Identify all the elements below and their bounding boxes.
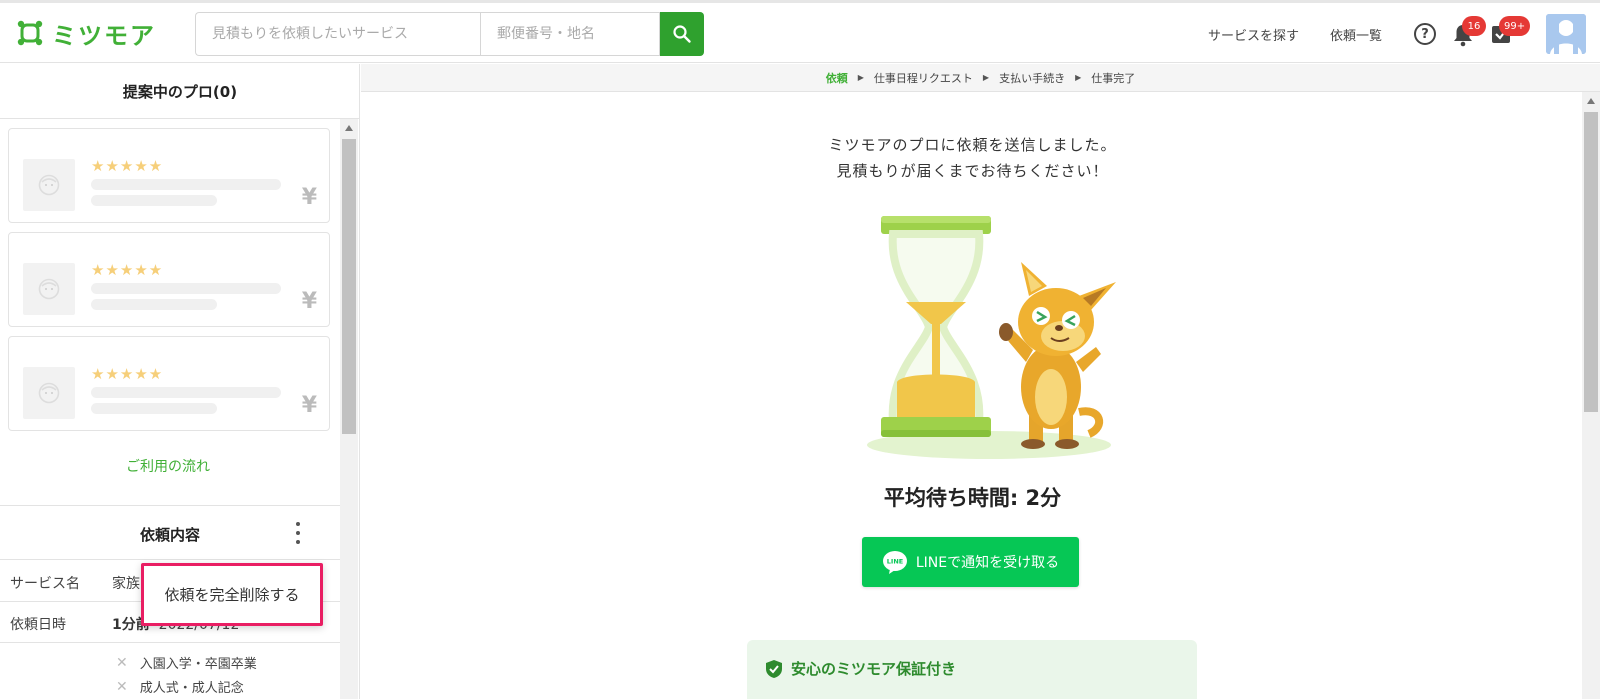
request-tag-label: 入園入学・卒園卒業	[139, 657, 257, 672]
task-badge: 99+	[1499, 16, 1531, 36]
main-scrollbar[interactable]	[1582, 92, 1600, 699]
logo-icon	[17, 20, 43, 46]
hourglass-mascot-illustration	[867, 216, 1116, 459]
service-search-input[interactable]	[195, 12, 480, 56]
skeleton-line	[91, 283, 281, 294]
logo-text: ミツモア	[52, 21, 156, 50]
delete-request-menu-item[interactable]: 依頼を完全削除する	[141, 563, 323, 626]
help-icon[interactable]: ?	[1414, 23, 1436, 45]
search-button[interactable]	[660, 12, 704, 56]
skeleton-line	[91, 179, 281, 190]
line-notify-label: LINEで通知を受け取る	[915, 555, 1060, 571]
breadcrumb-step: 支払い手続き	[999, 71, 1066, 85]
chevron-right-icon: ▶	[857, 73, 864, 82]
pro-avatar	[23, 367, 75, 419]
skeleton-line	[91, 299, 217, 310]
yen-icon: ¥	[301, 185, 317, 210]
request-tag: ✕ 成人式・成人記念	[116, 677, 244, 697]
more-vertical-icon[interactable]	[290, 522, 306, 544]
pro-avatar	[23, 263, 75, 315]
pro-card-placeholder: ★★★★★ ¥	[8, 336, 330, 431]
skeleton-line	[91, 403, 217, 414]
site-logo[interactable]: ミツモア	[16, 17, 156, 50]
avatar-icon	[1546, 14, 1586, 54]
search-bar	[195, 12, 704, 56]
chevron-right-icon: ▶	[982, 73, 990, 82]
skeleton-line	[91, 195, 217, 206]
zip-search-input[interactable]	[480, 12, 660, 56]
usage-flow-link[interactable]: ご利用の流れ	[0, 456, 336, 476]
face-icon	[38, 174, 60, 196]
guarantee-label: 安心のミツモア保証付き	[791, 660, 957, 678]
face-icon	[38, 382, 60, 404]
scroll-up-arrow[interactable]	[340, 119, 358, 137]
chevron-right-icon: ▶	[1075, 73, 1082, 82]
pro-card-placeholder: ★★★★★ ¥	[8, 128, 330, 223]
rating-stars: ★★★★★	[91, 365, 164, 383]
notification-badge: 16	[1462, 16, 1486, 36]
main-scroll-thumb[interactable]	[1584, 112, 1598, 412]
app-header: ミツモア サービスを探す 依頼一覧 ? 16 99+	[0, 3, 1600, 63]
request-details-title: 依頼内容	[139, 526, 200, 544]
request-date-label: 依頼日時	[10, 617, 66, 633]
sidebar-scroll-thumb[interactable]	[342, 139, 356, 434]
service-name-value: 家族	[112, 576, 140, 592]
breadcrumb: 依頼 ▶ 仕事日程リクエスト ▶ 支払い手続き ▶ 仕事完了	[361, 64, 1600, 92]
line-notify-button[interactable]: LINE LINEで通知を受け取る	[862, 537, 1079, 587]
message-line: 見積もりが届くまでお待ちください！	[836, 162, 1109, 180]
request-details-header: 依頼内容	[0, 506, 340, 560]
guarantee-banner: 安心のミツモア保証付き	[747, 640, 1197, 699]
breadcrumb-step: 仕事完了	[1091, 71, 1136, 85]
line-chat-icon: LINE	[882, 551, 907, 574]
service-name-label: サービス名	[10, 576, 80, 592]
sidebar-scrollbar[interactable]	[340, 119, 358, 699]
pro-avatar	[23, 159, 75, 211]
rating-stars: ★★★★★	[91, 261, 164, 279]
request-tag: ✕ 入園入学・卒園卒業	[116, 653, 257, 673]
main-content: 依頼 ▶ 仕事日程リクエスト ▶ 支払い手続き ▶ 仕事完了 ミツモアのプロに依…	[361, 64, 1600, 699]
search-icon	[673, 25, 691, 43]
breadcrumb-step: 仕事日程リクエスト	[873, 71, 973, 85]
guarantee-title: 安心のミツモア保証付き	[765, 658, 956, 679]
face-icon	[38, 278, 60, 300]
skeleton-line	[91, 387, 281, 398]
rating-stars: ★★★★★	[91, 157, 164, 175]
average-wait-time: 平均待ち時間: 2分	[883, 486, 1062, 510]
close-icon: ✕	[116, 678, 128, 695]
line-icon-text: LINE	[887, 558, 903, 566]
breadcrumb-step: 依頼	[825, 71, 848, 85]
yen-icon: ¥	[301, 289, 317, 314]
close-icon: ✕	[116, 654, 128, 671]
confirmation-message: ミツモアのプロに依頼を送信しました。 見積もりが届くまでお待ちください！	[361, 132, 1584, 184]
nav-find-services[interactable]: サービスを探す	[1208, 25, 1299, 44]
user-avatar[interactable]	[1546, 14, 1586, 54]
yen-icon: ¥	[301, 393, 317, 418]
shield-check-icon	[766, 659, 782, 678]
proposals-title: 提案中のプロ(0)	[0, 64, 359, 119]
request-tag-label: 成人式・成人記念	[139, 681, 244, 696]
message-line: ミツモアのプロに依頼を送信しました。	[828, 136, 1117, 154]
pro-card-placeholder: ★★★★★ ¥	[8, 232, 330, 327]
scroll-up-arrow[interactable]	[1582, 92, 1600, 110]
nav-request-list[interactable]: 依頼一覧	[1330, 25, 1382, 44]
